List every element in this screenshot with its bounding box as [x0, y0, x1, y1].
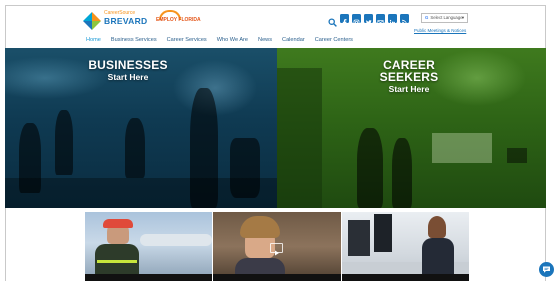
- photo-person: [392, 138, 412, 208]
- feature-card[interactable]: [213, 212, 341, 281]
- feature-card[interactable]: [342, 212, 469, 281]
- email-icon[interactable]: [376, 14, 385, 25]
- card-caption: [342, 274, 469, 281]
- logo-mark-icon: [83, 12, 101, 30]
- twitter-icon[interactable]: [364, 14, 373, 25]
- career-seekers-subtitle: Start Here: [388, 84, 430, 94]
- nav-item-who-we-are[interactable]: Who We Are: [217, 37, 248, 43]
- nav-item-career-services[interactable]: Career Services: [167, 37, 207, 43]
- chat-widget-button[interactable]: [539, 262, 554, 277]
- logo-name: BREVARD: [104, 16, 148, 26]
- nav-item-business-services[interactable]: Business Services: [111, 37, 157, 43]
- social-icons: [328, 14, 409, 27]
- career-seekers-title: CAREER SEEKERS: [379, 58, 439, 84]
- feature-cards: [85, 212, 469, 281]
- facebook-icon[interactable]: [340, 14, 349, 27]
- photo-person: [55, 110, 73, 175]
- photo-ear-protection: [103, 219, 133, 228]
- public-meetings-link[interactable]: Public Meetings & Notices: [414, 28, 466, 33]
- chevron-down-icon: ▼: [461, 15, 465, 20]
- photo-desk: [432, 133, 492, 163]
- card-caption: [85, 274, 212, 281]
- chat-icon: [543, 266, 550, 273]
- photo-airplane: [140, 234, 212, 246]
- employ-florida-text: EMPLOY FLORIDA: [156, 17, 201, 23]
- language-select[interactable]: G Select Language ▼: [421, 13, 468, 23]
- photo-person: [357, 128, 383, 208]
- careersource-logo[interactable]: CareerSource BREVARD: [82, 9, 156, 35]
- nav-item-home[interactable]: Home: [86, 37, 101, 43]
- businesses-subtitle: Start Here: [107, 72, 149, 82]
- google-translate-icon: G: [425, 15, 429, 20]
- employ-florida-logo[interactable]: EMPLOY FLORIDA: [156, 10, 201, 30]
- nav-item-news[interactable]: News: [258, 37, 272, 43]
- language-select-label: Select Language: [430, 15, 463, 20]
- businesses-title: BUSINESSES: [88, 58, 168, 72]
- photo-person: [125, 118, 145, 178]
- search-icon[interactable]: [328, 14, 337, 27]
- photo-floor: [5, 178, 277, 208]
- nav-item-career-centers[interactable]: Career Centers: [315, 37, 353, 43]
- photo-woman-hair: [240, 216, 280, 238]
- businesses-cta[interactable]: BUSINESSES Start Here: [82, 59, 174, 82]
- linkedin-icon[interactable]: [388, 14, 397, 25]
- photo-cubicle-wall: [277, 68, 322, 208]
- instagram-icon[interactable]: [352, 14, 361, 26]
- nav-item-calendar[interactable]: Calendar: [282, 37, 305, 43]
- photo-monitor: [507, 148, 527, 163]
- career-seekers-cta[interactable]: CAREER SEEKERS Start Here: [354, 59, 464, 94]
- photo-monitor: [348, 220, 370, 256]
- card-caption: [213, 274, 341, 281]
- main-nav: Home Business Services Career Services W…: [86, 37, 363, 43]
- photo-monitor: [374, 214, 392, 252]
- photo-woman-face: [428, 216, 446, 238]
- play-button[interactable]: [270, 243, 283, 256]
- photo-reflective-stripe: [97, 260, 137, 263]
- rss-icon[interactable]: [400, 14, 409, 26]
- play-icon: [275, 250, 279, 256]
- feature-card[interactable]: [85, 212, 212, 281]
